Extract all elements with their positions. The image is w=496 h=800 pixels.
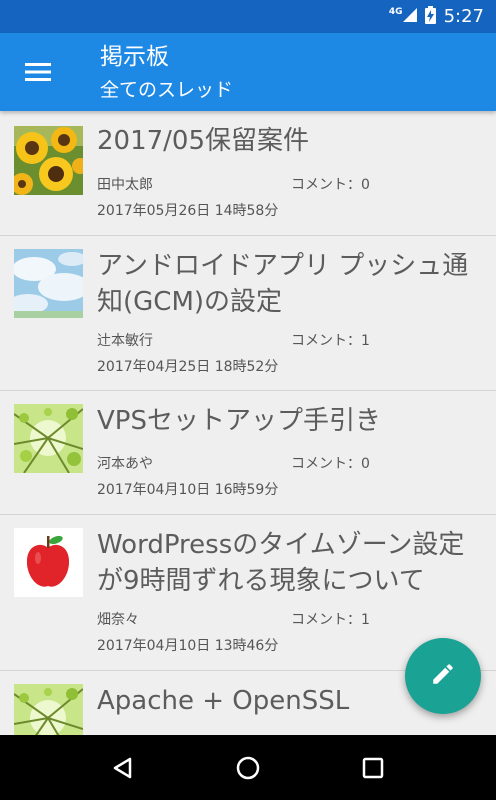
thread-author: 河本あや [97, 456, 153, 472]
thread-date: 2017年04月25日 18時52分 [97, 359, 279, 375]
thread-date: 2017年04月10日 16時59分 [97, 482, 279, 498]
thread-title: アンドロイドアプリ プッシュ通知(GCM)の設定 [97, 251, 469, 317]
green-leaves-thumbnail [14, 404, 83, 473]
thread-title: VPSセットアップ手引き [97, 406, 381, 436]
thread-date: 2017年05月26日 14時58分 [97, 203, 279, 219]
red-apple-thumbnail [14, 528, 83, 597]
home-circle-icon[interactable] [228, 748, 268, 788]
pencil-icon [430, 661, 456, 691]
hamburger-menu-icon[interactable] [22, 57, 54, 87]
signal-icon [402, 7, 417, 26]
clock: 5:27 [443, 6, 484, 27]
thread-title: WordPressのタイムゾーン設定が9時間ずれる現象について [97, 530, 465, 596]
status-bar: 4G 5:27 [0, 0, 496, 33]
thread-title: 2017/05保留案件 [97, 126, 310, 156]
page-title: 掲示板 [100, 44, 169, 70]
thread-author: 田中太郎 [97, 177, 153, 193]
thread-comment-count: コメント：1 [291, 333, 370, 349]
thread-list-item[interactable]: VPSセットアップ手引き 河本あや コメント：0 2017年04月10日 16時… [0, 391, 496, 515]
thread-date: 2017年04月10日 13時46分 [97, 638, 279, 654]
thread-list-item[interactable]: 2017/05保留案件 田中太郎 コメント：0 2017年05月26日 14時5… [0, 111, 496, 236]
page-subtitle: 全てのスレッド [100, 79, 234, 101]
network-type-label: 4G [388, 6, 403, 17]
sky-thumbnail [14, 249, 83, 318]
system-nav-bar [0, 735, 496, 800]
sunflower-thumbnail [14, 126, 83, 195]
thread-list-item[interactable]: アンドロイドアプリ プッシュ通知(GCM)の設定 辻本敏行 コメント：1 201… [0, 236, 496, 391]
back-triangle-icon[interactable] [103, 748, 143, 788]
thread-author: 畑奈々 [97, 612, 139, 628]
thread-comment-count: コメント：1 [291, 612, 370, 628]
thread-comment-count: コメント：0 [291, 456, 370, 472]
recents-square-icon[interactable] [353, 748, 393, 788]
battery-charging-icon [424, 5, 436, 28]
compose-fab-button[interactable] [405, 638, 481, 714]
thread-list: 2017/05保留案件 田中太郎 コメント：0 2017年05月26日 14時5… [0, 111, 496, 735]
status-icons: 4G 5:27 [389, 0, 484, 33]
thread-comment-count: コメント：0 [291, 177, 370, 193]
app-bar: 掲示板 全てのスレッド [0, 33, 496, 111]
thread-author: 辻本敏行 [97, 333, 153, 349]
green-leaves-thumbnail [14, 684, 83, 735]
